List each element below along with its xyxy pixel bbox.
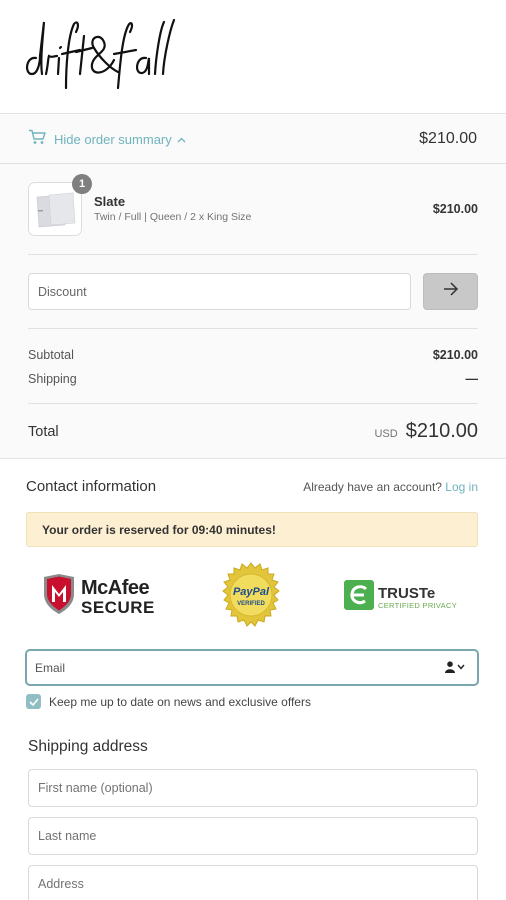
order-summary-toggle[interactable]: Hide order summary $210.00: [0, 115, 506, 164]
newsletter-checkbox[interactable]: [26, 694, 41, 709]
account-prompt: Already have an account? Log in: [303, 480, 478, 494]
contact-title: Contact information: [26, 478, 157, 495]
address-field[interactable]: Address: [28, 865, 478, 900]
shipping-label: Shipping: [28, 372, 77, 386]
summary-total: $210.00: [419, 130, 477, 147]
product-line-item: 1 Slate Twin / Full | Queen / 2 x King S…: [28, 174, 478, 238]
truste-name: TRUSTe: [378, 584, 436, 602]
trust-badges: McAfee SECURE PayPal VERIFIED TRUSTe CER…: [26, 560, 478, 632]
truste-subtitle: CERTIFIED PRIVACY: [378, 600, 458, 610]
shipping-line: Shipping —: [28, 372, 478, 386]
apply-discount-button[interactable]: [423, 273, 478, 310]
reservation-banner: Your order is reserved for 09:40 minutes…: [26, 512, 478, 547]
subtotal-label: Subtotal: [28, 348, 74, 362]
discount-row: Discount: [28, 273, 478, 311]
arrow-right-icon: [443, 282, 459, 301]
product-name: Slate: [94, 194, 126, 209]
subtotal-line: Subtotal $210.00: [28, 348, 478, 362]
hide-summary-label: Hide order summary: [54, 131, 172, 147]
mcafee-secure-text: SECURE: [81, 597, 155, 617]
account-dropdown-icon[interactable]: [445, 661, 465, 673]
reservation-message: Your order is reserved for 09:40 minutes…: [42, 522, 276, 537]
login-link[interactable]: Log in: [445, 480, 478, 494]
subtotal-value: $210.00: [432, 348, 478, 362]
email-placeholder: Email: [35, 660, 66, 675]
cart-icon: [28, 129, 46, 150]
first-name-field[interactable]: First name (optional): [28, 769, 478, 807]
mcafee-secure-badge: McAfee SECURE: [42, 574, 155, 619]
email-field[interactable]: Email: [26, 650, 478, 685]
discount-input[interactable]: Discount: [28, 273, 411, 310]
divider: [28, 403, 478, 404]
product-price: $210.00: [432, 202, 478, 216]
account-prompt-text: Already have an account?: [303, 480, 442, 494]
currency-code: USD: [374, 428, 398, 440]
last-name-field[interactable]: Last name: [28, 817, 478, 855]
contact-header: Contact information Already have an acco…: [26, 478, 478, 496]
paypal-verified-label: VERIFIED: [237, 601, 265, 607]
mcafee-shield-icon: [42, 574, 76, 619]
paypal-label: PayPal: [233, 586, 270, 598]
truste-logo-icon: [344, 580, 374, 615]
product-variant: Twin / Full | Queen / 2 x King Size: [94, 211, 252, 223]
brand-logo[interactable]: [22, 16, 182, 97]
header: [0, 0, 506, 114]
newsletter-label: Keep me up to date on news and exclusive…: [49, 694, 311, 709]
hide-summary-link[interactable]: Hide order summary: [28, 129, 186, 150]
newsletter-option[interactable]: Keep me up to date on news and exclusive…: [26, 694, 311, 709]
paypal-verified-badge: PayPal VERIFIED: [216, 562, 286, 637]
total-label: Total: [28, 424, 59, 440]
order-summary: 1 Slate Twin / Full | Queen / 2 x King S…: [0, 164, 506, 459]
divider: [28, 328, 478, 329]
shipping-value: —: [465, 372, 479, 386]
shipping-address-title: Shipping address: [28, 738, 148, 755]
total-amount: $210.00: [405, 420, 478, 442]
mcafee-name: McAfee: [81, 576, 150, 599]
quantity-badge: 1: [72, 174, 92, 194]
chevron-up-icon: [177, 130, 186, 148]
truste-badge: TRUSTe CERTIFIED PRIVACY: [344, 580, 457, 615]
divider: [28, 254, 478, 255]
